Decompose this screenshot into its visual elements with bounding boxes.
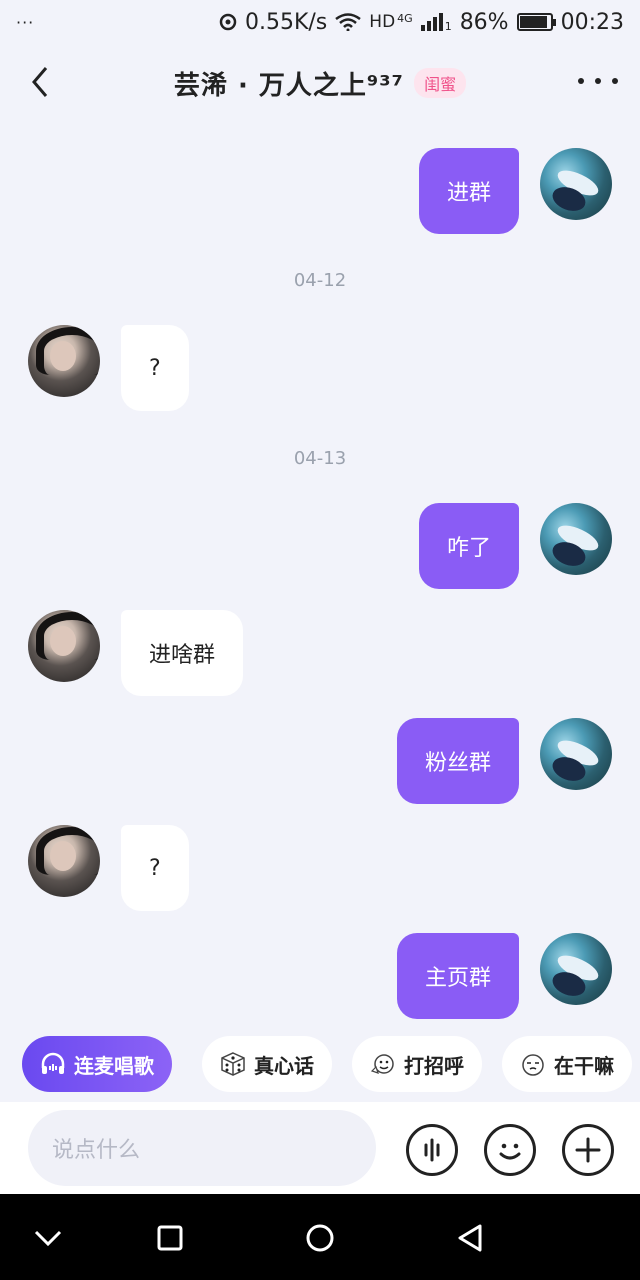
wifi-icon — [335, 13, 362, 31]
my-avatar[interactable] — [540, 503, 612, 575]
notification-dots: ··· — [16, 12, 35, 32]
system-nav-bar — [0, 1194, 640, 1280]
input-bar: 说点什么 — [0, 1102, 640, 1194]
message-row-incoming: 进啥群 — [0, 610, 640, 696]
message-row-outgoing: 进群 — [0, 148, 640, 234]
message-row-incoming: ? — [0, 825, 640, 911]
emoji-button[interactable] — [484, 1124, 536, 1176]
my-avatar[interactable] — [540, 933, 612, 1005]
network-sub: 4G — [397, 11, 413, 25]
message-list[interactable]: 进群 04-12 ? 04-13 咋了 进啥群 粉丝群 ? 主页群 — [0, 128, 640, 1028]
message-row-outgoing: 粉丝群 — [0, 718, 640, 804]
message-bubble-incoming[interactable]: ? — [121, 825, 189, 911]
chat-title: 芸浠 · 万人之上⁹³⁷ — [173, 70, 405, 101]
message-bubble-outgoing[interactable]: 咋了 — [418, 503, 519, 589]
waving-emoji-icon — [370, 1054, 394, 1074]
quick-actions-bar: 连麦唱歌 真心话 打招呼 在干嘛 — [0, 1034, 640, 1094]
chevron-down-icon[interactable] — [28, 1218, 68, 1258]
voice-wave-icon — [424, 1138, 440, 1162]
plus-icon — [575, 1137, 601, 1163]
add-button[interactable] — [562, 1124, 614, 1176]
quick-action-label: 在干嘛 — [554, 1053, 614, 1078]
my-avatar[interactable] — [540, 148, 612, 220]
message-bubble-outgoing[interactable]: 粉丝群 — [396, 718, 519, 804]
message-input[interactable]: 说点什么 — [28, 1110, 376, 1186]
quick-action-label: 连麦唱歌 — [74, 1053, 154, 1078]
quick-action-label: 打招呼 — [404, 1053, 464, 1078]
message-bubble-outgoing[interactable]: 进群 — [418, 148, 519, 234]
status-bar: ··· 0.55K/s HD 4G 1 86% 00:23 — [0, 0, 640, 44]
sim-number: 1 — [444, 19, 452, 33]
quick-action-greet[interactable]: 打招呼 — [352, 1036, 482, 1092]
net-speed: 0.55K/s — [244, 9, 328, 35]
relationship-tag: 闺蜜 — [414, 68, 467, 98]
smiley-icon — [499, 1143, 521, 1160]
date-separator: 04-13 — [293, 448, 347, 469]
network-type: HD — [369, 12, 396, 32]
contact-avatar[interactable] — [28, 825, 100, 897]
clock: 00:23 — [560, 9, 624, 35]
message-row-outgoing: 咋了 — [0, 503, 640, 589]
home-circle-icon[interactable] — [300, 1218, 340, 1258]
voice-button[interactable] — [406, 1124, 458, 1176]
message-bubble-incoming[interactable]: ? — [121, 325, 189, 411]
quick-action-truth[interactable]: 真心话 — [202, 1036, 332, 1092]
quick-action-whatsup[interactable]: 在干嘛 — [502, 1036, 632, 1092]
recents-square-icon[interactable] — [150, 1218, 190, 1258]
more-options-icon[interactable] — [578, 66, 618, 96]
quick-action-sing[interactable]: 连麦唱歌 — [22, 1036, 172, 1092]
back-icon[interactable] — [26, 62, 56, 102]
dice-icon — [221, 1052, 245, 1076]
sleepy-emoji-icon — [522, 1054, 544, 1076]
message-bubble-incoming[interactable]: 进啥群 — [121, 610, 244, 696]
message-row-outgoing: 主页群 — [0, 933, 640, 1019]
message-bubble-outgoing[interactable]: 主页群 — [396, 933, 519, 1019]
my-avatar[interactable] — [540, 718, 612, 790]
data-saver-icon — [219, 13, 237, 31]
battery-percent: 86% — [459, 9, 509, 35]
date-separator: 04-12 — [293, 270, 347, 291]
status-right: 0.55K/s HD 4G 1 86% 00:23 — [219, 10, 624, 35]
chat-header: 芸浠 · 万人之上⁹³⁷ 闺蜜 — [0, 48, 640, 118]
contact-avatar[interactable] — [28, 325, 100, 397]
contact-avatar[interactable] — [28, 610, 100, 682]
quick-action-label: 真心话 — [254, 1053, 314, 1078]
battery-icon — [516, 13, 556, 31]
message-row-incoming: ? — [0, 325, 640, 411]
headphones-icon — [41, 1052, 65, 1074]
battery-fill — [519, 16, 548, 28]
signal-icon — [420, 13, 443, 31]
back-triangle-icon[interactable] — [450, 1218, 490, 1258]
